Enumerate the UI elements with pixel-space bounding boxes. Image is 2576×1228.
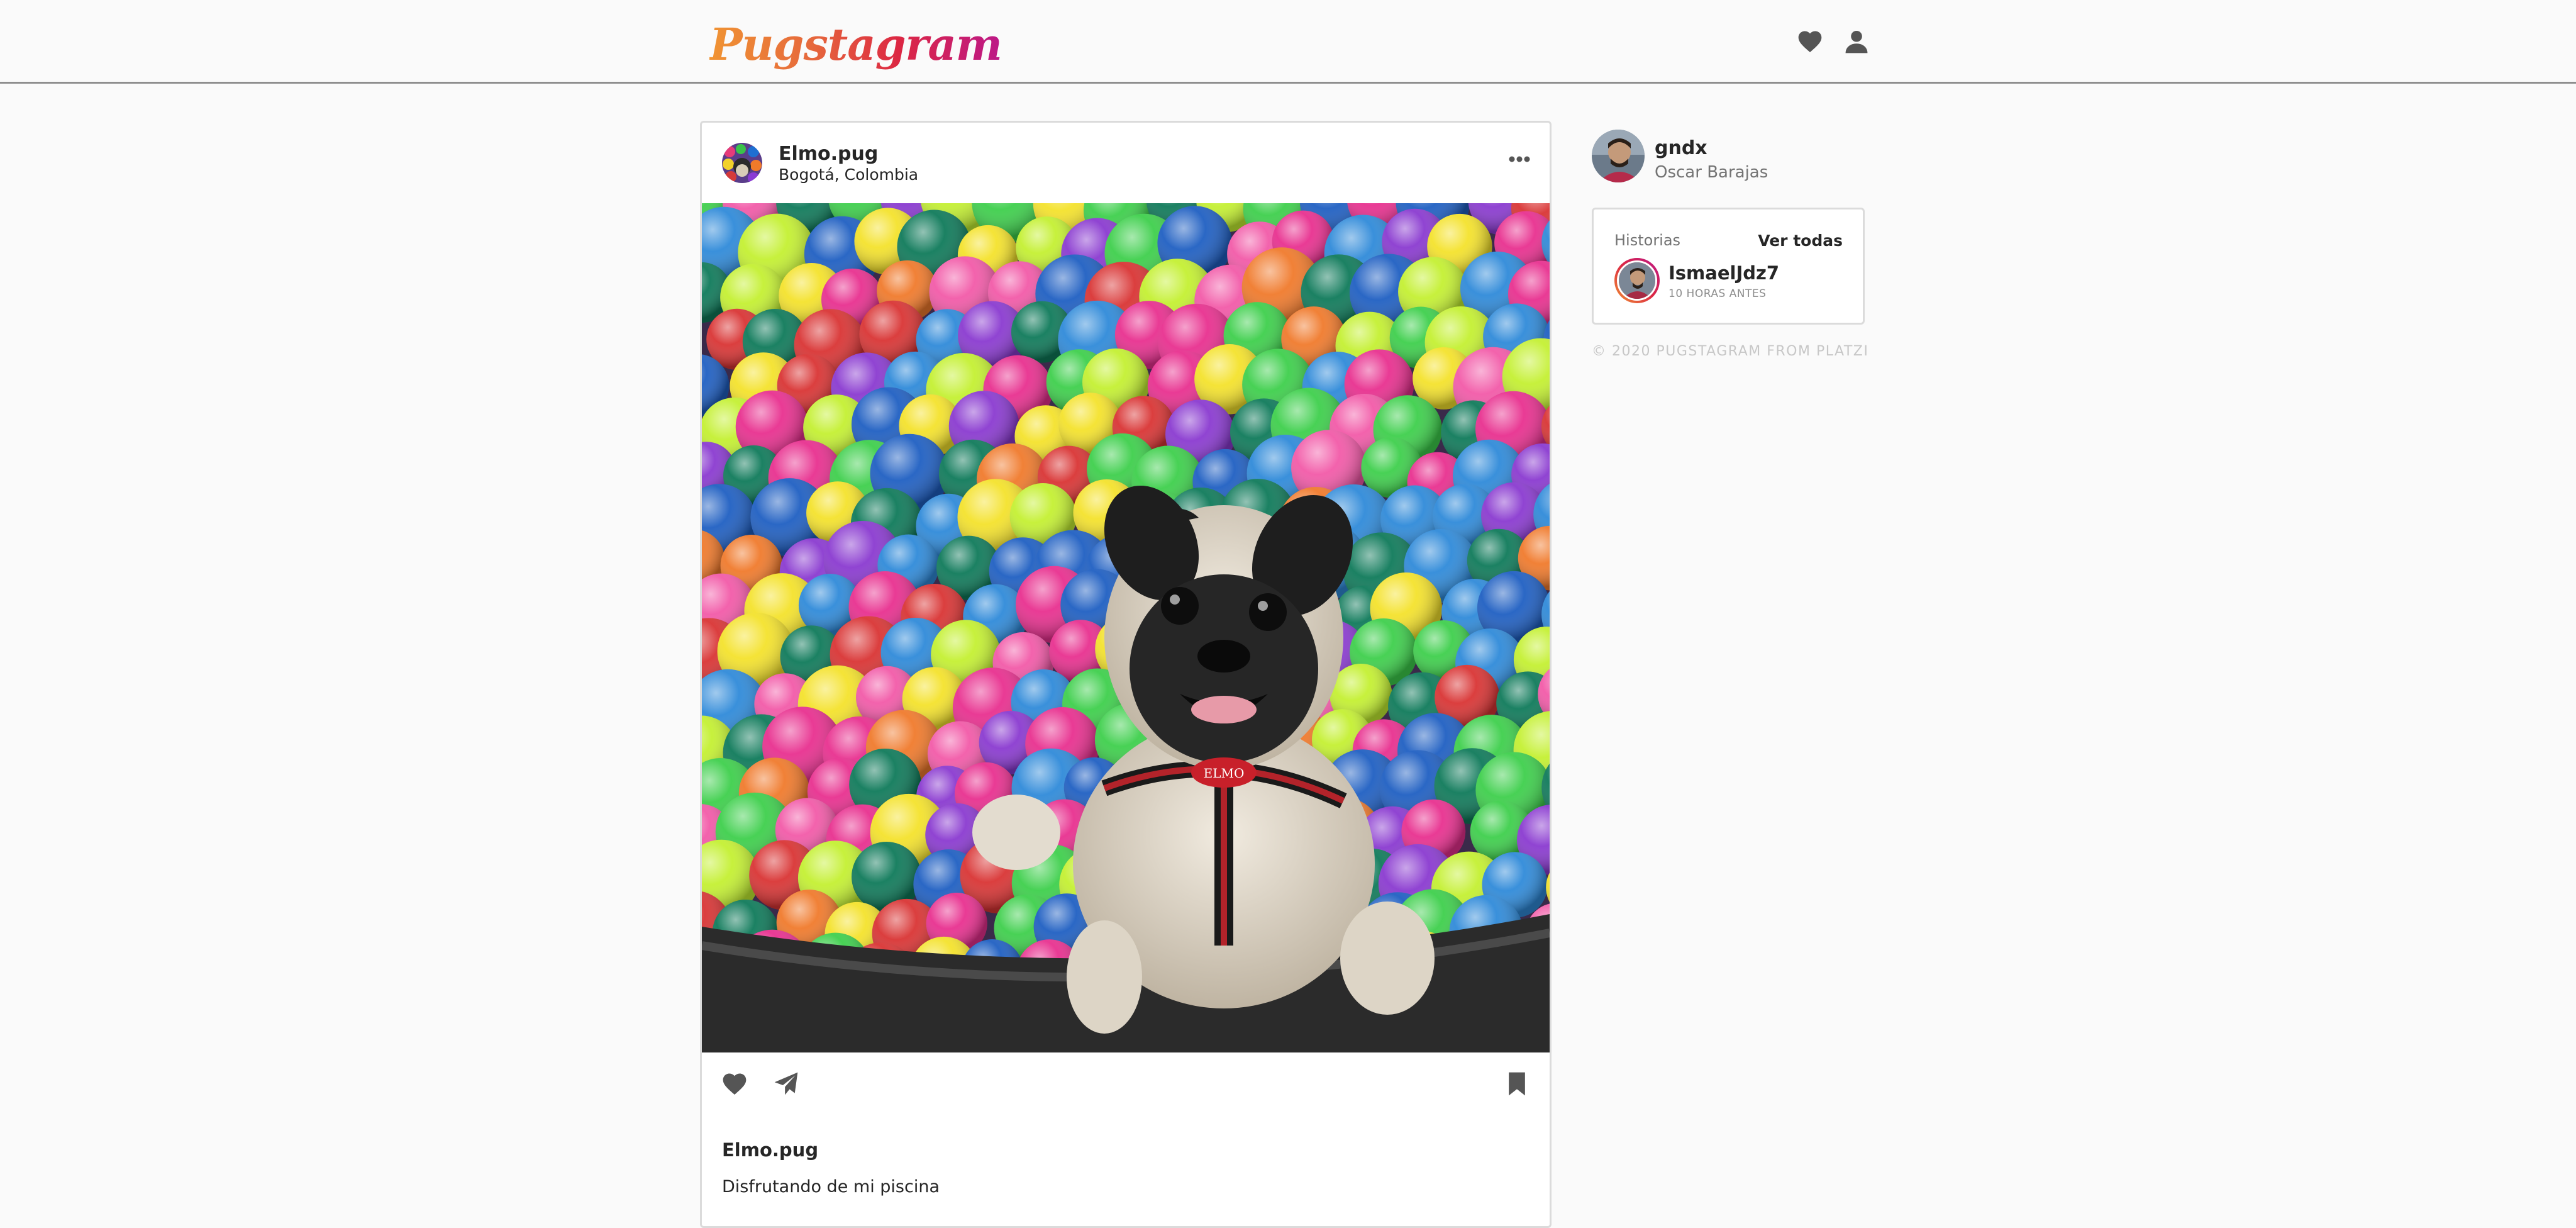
caption-text: Disfrutando de mi piscina — [722, 1177, 940, 1197]
story-username[interactable]: IsmaelJdz7 — [1668, 262, 1779, 284]
top-navbar: Pugstagram — [0, 0, 2576, 84]
heart-icon[interactable] — [721, 1070, 748, 1098]
post-card: Elmo.pug Bogotá, Colombia ELMO Elmo.pug … — [700, 121, 1552, 1228]
caption-username[interactable]: Elmo.pug — [722, 1139, 818, 1161]
avatar-image — [1619, 262, 1655, 299]
see-all-stories-link[interactable]: Ver todas — [1758, 232, 1843, 250]
avatar-image — [722, 143, 762, 183]
avatar-image — [1592, 130, 1645, 182]
post-username[interactable]: Elmo.pug — [779, 143, 878, 165]
stories-title: Historias — [1614, 232, 1681, 249]
post-avatar[interactable] — [722, 143, 762, 183]
pug-ball-pit-image: ELMO — [702, 203, 1550, 1052]
pugstagram-logo[interactable]: Pugstagram — [709, 16, 1002, 73]
story-timestamp: 10 HORAS ANTES — [1668, 287, 1767, 300]
post-location[interactable]: Bogotá, Colombia — [779, 165, 918, 184]
user-icon[interactable] — [1843, 28, 1870, 55]
post-actions — [702, 1052, 1550, 1122]
profile-full-name: Oscar Barajas — [1655, 163, 1768, 182]
send-icon[interactable] — [772, 1070, 800, 1098]
pug-tag-text: ELMO — [1204, 766, 1245, 781]
stories-panel: Historias Ver todas IsmaelJdz7 10 HORAS … — [1592, 208, 1865, 325]
profile-avatar[interactable] — [1592, 130, 1645, 182]
footer-copyright: © 2020 PUGSTAGRAM FROM PLATZI — [1592, 343, 1869, 359]
story-avatar[interactable] — [1614, 258, 1660, 303]
heart-icon[interactable] — [1796, 28, 1824, 55]
post-photo[interactable]: ELMO — [702, 203, 1550, 1052]
more-options-icon[interactable] — [1508, 155, 1531, 163]
bookmark-icon[interactable] — [1503, 1070, 1531, 1098]
profile-username[interactable]: gndx — [1655, 137, 1707, 159]
